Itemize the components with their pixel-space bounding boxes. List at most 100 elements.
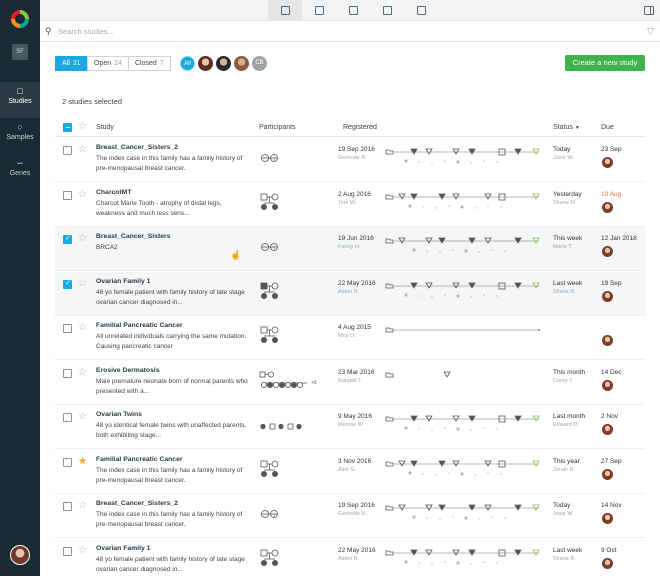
- assignee-avatar[interactable]: [602, 246, 613, 257]
- timeline[interactable]: [384, 498, 546, 528]
- timeline[interactable]: [384, 409, 546, 439]
- column-registered[interactable]: Registered: [343, 124, 377, 131]
- study-title[interactable]: Breast_Cancer_Sisters_2: [96, 144, 178, 151]
- user-avatar[interactable]: [10, 545, 30, 565]
- table-row[interactable]: ☆ Breast_Cancer_Sisters_2 The index case i…: [55, 494, 645, 538]
- row-checkbox[interactable]: [63, 368, 72, 378]
- pedigree-icon[interactable]: [259, 415, 321, 441]
- people-filter-initials[interactable]: CB: [252, 56, 267, 71]
- sidebar-item-samples[interactable]: ○ Samples: [0, 118, 40, 154]
- timeline[interactable]: [384, 454, 546, 484]
- table-row[interactable]: ★ Familial Pancreatic Cancer The index cas…: [55, 450, 645, 494]
- calendar-view-button[interactable]: [404, 0, 438, 21]
- column-study[interactable]: Study: [96, 124, 114, 131]
- table-row[interactable]: ☆ CharcotMT Charcot Marie Tooth - atrophy …: [55, 183, 645, 227]
- star-icon[interactable]: ☆: [78, 323, 87, 333]
- row-checkbox[interactable]: [63, 413, 72, 422]
- chart-view-button[interactable]: [370, 0, 404, 21]
- filter-open[interactable]: Open 24: [87, 56, 129, 71]
- pedigree-icon[interactable]: [259, 504, 321, 530]
- star-icon[interactable]: ★: [78, 456, 87, 467]
- table-row[interactable]: ☆ Familial Pancreatic Cancer All unrelated…: [55, 316, 645, 360]
- assignee-avatar[interactable]: [602, 513, 613, 524]
- table-row[interactable]: ☆ Erosive Dermatosis Male premature neonat…: [55, 361, 645, 405]
- list-view-button[interactable]: [268, 0, 302, 21]
- star-icon[interactable]: ☆: [78, 278, 87, 289]
- avatar[interactable]: [198, 56, 213, 71]
- study-title[interactable]: CharcotMT: [96, 189, 132, 196]
- row-checkbox[interactable]: [63, 234, 72, 244]
- row-checkbox[interactable]: [63, 457, 72, 467]
- column-participants[interactable]: Participants: [259, 124, 296, 131]
- row-checkbox[interactable]: [63, 546, 72, 556]
- study-title[interactable]: Erosive Dermatosis: [96, 367, 159, 374]
- study-title[interactable]: Ovarian Family 1: [96, 545, 150, 552]
- app-logo[interactable]: [11, 10, 29, 28]
- timeline[interactable]: [384, 320, 546, 350]
- table-row[interactable]: ☆ Ovarian Family 1 48 yo female patient wi…: [55, 539, 645, 576]
- star-icon[interactable]: ☆: [78, 189, 87, 200]
- assignee-avatar[interactable]: [602, 468, 613, 480]
- study-title[interactable]: Familial Pancreatic Cancer: [96, 322, 183, 329]
- study-title[interactable]: Breast_Cancer_Sisters_2: [96, 500, 178, 507]
- row-checkbox[interactable]: [63, 190, 72, 200]
- assignee-avatar[interactable]: [602, 290, 613, 302]
- pedigree-icon[interactable]: [259, 148, 321, 174]
- pedigree-icon[interactable]: +6: [259, 371, 321, 397]
- star-icon[interactable]: ☆: [78, 501, 87, 511]
- column-status[interactable]: Status ▼: [553, 124, 580, 131]
- column-due[interactable]: Due: [601, 124, 614, 131]
- assignee-avatar[interactable]: [602, 424, 613, 435]
- sidebar-item-genes[interactable]: ∽ Genes: [0, 154, 40, 190]
- assignee-avatar[interactable]: [602, 335, 613, 346]
- select-all-checkbox[interactable]: [63, 123, 72, 132]
- pedigree-icon[interactable]: [259, 549, 321, 575]
- timeline[interactable]: [384, 276, 546, 306]
- row-checkbox[interactable]: [63, 502, 72, 511]
- sidebar-item-studies[interactable]: □ Studies: [0, 82, 40, 118]
- timeline[interactable]: [384, 543, 546, 573]
- star-icon[interactable]: ☆: [78, 545, 87, 556]
- study-title[interactable]: Ovarian Family 1: [96, 278, 150, 285]
- star-icon[interactable]: ☆: [78, 412, 87, 422]
- timeline[interactable]: [384, 231, 546, 261]
- assignee-avatar[interactable]: [602, 201, 613, 213]
- table-row[interactable]: ☆ Breast_Cancer_Sisters BRCA2 19 Jun 2016 Fa…: [55, 227, 645, 271]
- table-row[interactable]: ☆ Ovarian Twins 48 yo identical female twi…: [55, 405, 645, 449]
- table-row[interactable]: ☆ Breast_Cancer_Sisters_2 The index case i…: [55, 138, 645, 182]
- pedigree-icon[interactable]: [259, 282, 321, 308]
- create-study-button[interactable]: Create a new study: [565, 55, 645, 71]
- timeline[interactable]: [384, 365, 546, 395]
- org-badge[interactable]: SF: [12, 44, 28, 60]
- window-view-button[interactable]: [336, 0, 370, 21]
- timeline[interactable]: [384, 187, 546, 217]
- star-icon[interactable]: ☆: [78, 367, 87, 378]
- assignee-avatar[interactable]: [602, 157, 613, 168]
- tree-view-button[interactable]: [302, 0, 336, 21]
- pedigree-icon[interactable]: [259, 193, 321, 219]
- table-row[interactable]: ☆ Ovarian Family 1 48 yo female patient wi…: [55, 271, 645, 316]
- filter-all[interactable]: All 31: [55, 56, 88, 71]
- panel-toggle-icon[interactable]: [644, 6, 654, 15]
- assignee-avatar[interactable]: [602, 379, 613, 391]
- avatar[interactable]: [234, 56, 249, 71]
- study-title[interactable]: Ovarian Twins: [96, 411, 142, 418]
- row-checkbox[interactable]: [63, 146, 72, 155]
- star-icon[interactable]: ☆: [78, 145, 87, 155]
- assignee-avatar[interactable]: [602, 557, 613, 569]
- pedigree-icon[interactable]: [259, 237, 321, 263]
- timeline[interactable]: [384, 142, 546, 172]
- search-input[interactable]: [58, 24, 618, 38]
- row-checkbox[interactable]: [63, 279, 72, 289]
- pedigree-icon[interactable]: [259, 326, 321, 352]
- study-title[interactable]: Familial Pancreatic Cancer: [96, 456, 183, 463]
- row-checkbox[interactable]: [63, 324, 72, 333]
- pedigree-icon[interactable]: [259, 460, 321, 486]
- people-filter-all[interactable]: All: [180, 56, 195, 71]
- filter-closed[interactable]: Closed 7: [128, 56, 171, 71]
- avatar[interactable]: [216, 56, 231, 71]
- study-title[interactable]: Breast_Cancer_Sisters: [96, 233, 170, 240]
- star-icon[interactable]: ☆: [78, 122, 87, 132]
- star-icon[interactable]: ☆: [78, 234, 87, 244]
- filter-icon[interactable]: ▽: [647, 26, 654, 37]
